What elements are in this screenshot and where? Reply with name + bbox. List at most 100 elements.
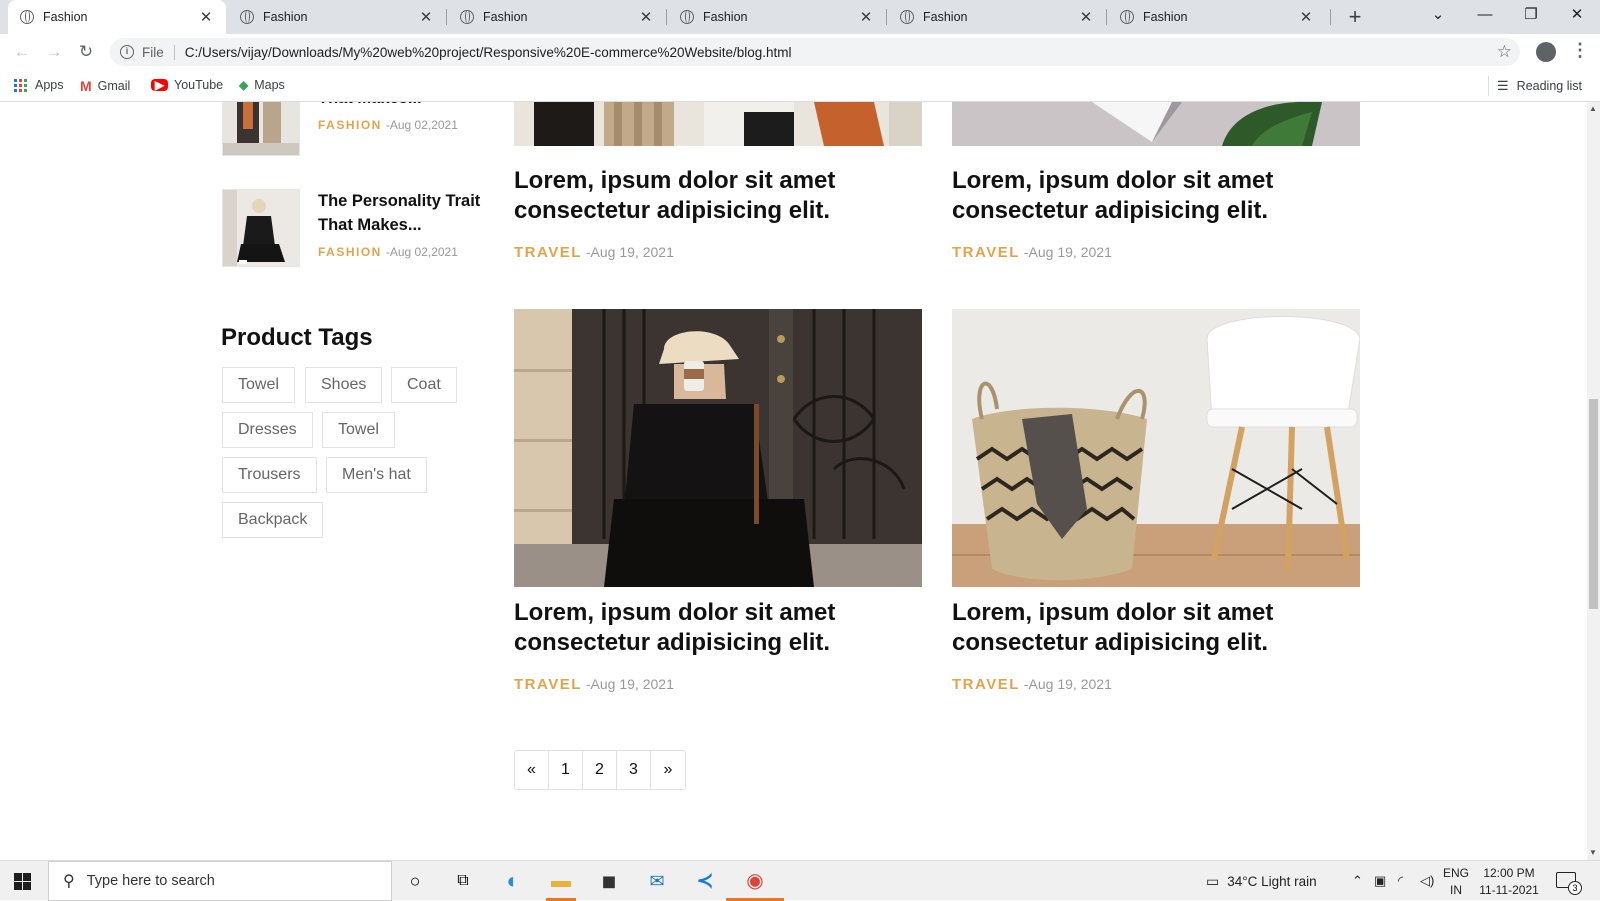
bookmark-gmail[interactable]: M Gmail bbox=[80, 78, 130, 94]
blog-post-title[interactable]: Lorem, ipsum dolor sit amet consectetur … bbox=[952, 598, 1372, 658]
close-icon[interactable]: ✕ bbox=[638, 8, 654, 26]
pagination-page[interactable]: 3 bbox=[617, 751, 651, 789]
tab[interactable]: Fashion ✕ bbox=[888, 0, 1106, 34]
volume-icon[interactable]: ◁) bbox=[1420, 861, 1434, 901]
restore-icon[interactable]: ❐ bbox=[1508, 0, 1554, 30]
tag-button[interactable]: Men's hat bbox=[326, 457, 427, 493]
recent-post-thumbnail[interactable] bbox=[222, 102, 300, 156]
tab[interactable]: Fashion ✕ bbox=[668, 0, 886, 34]
show-hidden-icons[interactable]: ⌃ bbox=[1352, 861, 1363, 901]
reading-list-button[interactable]: ☰ Reading list bbox=[1497, 78, 1582, 94]
pagination-prev[interactable]: « bbox=[515, 751, 549, 789]
post-category[interactable]: TRAVEL bbox=[514, 244, 582, 261]
wifi-icon[interactable]: ◜ bbox=[1398, 861, 1403, 901]
close-icon[interactable]: ✕ bbox=[1078, 8, 1094, 26]
globe-icon bbox=[460, 10, 474, 24]
minimize-icon[interactable]: — bbox=[1462, 0, 1508, 30]
gmail-icon: M bbox=[80, 78, 92, 94]
recent-post[interactable]: That Makes... FASHION-Aug 02,2021 bbox=[222, 102, 488, 156]
post-category[interactable]: TRAVEL bbox=[952, 244, 1020, 261]
recent-post-title[interactable]: The Personality Trait That Makes... bbox=[318, 189, 488, 237]
bookmark-apps[interactable]: Apps bbox=[14, 78, 64, 92]
tag-button[interactable]: Shoes bbox=[305, 367, 383, 403]
meet-now-icon[interactable]: ▣ bbox=[1374, 861, 1386, 901]
window-close-icon[interactable]: ✕ bbox=[1554, 0, 1600, 30]
recent-post-title[interactable]: That Makes... bbox=[318, 102, 488, 110]
tab[interactable]: Fashion ✕ bbox=[448, 0, 666, 34]
bookmark-youtube[interactable]: ▶ YouTube bbox=[151, 78, 223, 92]
address-url[interactable]: C:/Users/vijay/Downloads/My%20web%20proj… bbox=[185, 45, 792, 60]
tab-title: Fashion bbox=[1143, 10, 1188, 24]
tag-button[interactable]: Backpack bbox=[222, 502, 324, 538]
close-icon[interactable]: ✕ bbox=[858, 8, 874, 26]
weather-widget[interactable]: ▭ 34°C Light rain bbox=[1206, 861, 1317, 901]
reading-list-icon: ☰ bbox=[1497, 78, 1509, 93]
new-tab-button[interactable]: + bbox=[1342, 4, 1368, 30]
store-icon[interactable]: ◼ bbox=[596, 868, 622, 894]
vscode-icon[interactable]: ≺ bbox=[692, 868, 718, 894]
forward-icon[interactable]: → bbox=[42, 40, 66, 64]
profile-avatar[interactable] bbox=[1536, 42, 1556, 62]
globe-icon bbox=[900, 10, 914, 24]
tab-title: Fashion bbox=[923, 10, 968, 24]
back-icon[interactable]: ← bbox=[10, 40, 34, 64]
tag-button[interactable]: Coat bbox=[391, 367, 457, 403]
edge-icon[interactable]: ◐ bbox=[500, 868, 526, 894]
pagination-page[interactable]: 1 bbox=[549, 751, 583, 789]
windows-start-icon[interactable] bbox=[14, 873, 31, 890]
reload-icon[interactable]: ↻ bbox=[74, 40, 98, 64]
tag-button[interactable]: Towel bbox=[222, 367, 295, 403]
tab-search-icon[interactable]: ⌄ bbox=[1415, 0, 1461, 30]
blog-post-meta: TRAVEL -Aug 19, 2021 bbox=[514, 244, 674, 261]
scrollbar-thumb[interactable] bbox=[1589, 399, 1598, 609]
pagination-page[interactable]: 2 bbox=[583, 751, 617, 789]
blog-post-image[interactable] bbox=[514, 309, 922, 587]
info-icon[interactable]: i bbox=[120, 45, 134, 59]
tab-title: Fashion bbox=[263, 10, 308, 24]
tag-button[interactable]: Trousers bbox=[222, 457, 317, 493]
blog-post-image[interactable] bbox=[514, 102, 922, 146]
chrome-icon[interactable]: ◉ bbox=[742, 868, 768, 894]
pagination-next[interactable]: » bbox=[651, 751, 685, 789]
blog-post-image[interactable] bbox=[952, 309, 1360, 587]
scroll-up-icon[interactable]: ▲ bbox=[1589, 104, 1597, 113]
task-view-icon[interactable]: ⧉ bbox=[450, 868, 476, 894]
post-date: -Aug 19, 2021 bbox=[1023, 244, 1112, 260]
weather-text: 34°C Light rain bbox=[1227, 873, 1317, 889]
address-bar[interactable]: i File C:/Users/vijay/Downloads/My%20web… bbox=[110, 38, 1520, 66]
tag-button[interactable]: Dresses bbox=[222, 412, 313, 448]
recent-post[interactable]: The Personality Trait That Makes... FASH… bbox=[222, 189, 488, 267]
language-indicator[interactable]: ENG IN bbox=[1443, 865, 1469, 899]
bookmark-label: Gmail bbox=[97, 79, 131, 93]
post-category[interactable]: TRAVEL bbox=[514, 676, 582, 693]
post-category[interactable]: TRAVEL bbox=[952, 676, 1020, 693]
bookmark-maps[interactable]: ◆ Maps bbox=[239, 78, 285, 92]
cortana-icon[interactable]: ○ bbox=[402, 868, 428, 894]
post-category[interactable]: FASHION bbox=[318, 245, 382, 259]
blog-post-title[interactable]: Lorem, ipsum dolor sit amet consectetur … bbox=[952, 166, 1372, 226]
post-category[interactable]: FASHION bbox=[318, 118, 382, 132]
close-icon[interactable]: ✕ bbox=[418, 8, 434, 26]
browser-toolbar: ← → ↻ i File C:/Users/vijay/Downloads/My… bbox=[0, 34, 1600, 70]
mail-icon[interactable]: ✉ bbox=[644, 868, 670, 894]
close-icon[interactable]: ✕ bbox=[198, 8, 214, 26]
file-explorer-icon[interactable]: ▬ bbox=[548, 868, 574, 894]
tab[interactable]: Fashion ✕ bbox=[8, 0, 226, 34]
blog-post-title[interactable]: Lorem, ipsum dolor sit amet consectetur … bbox=[514, 166, 934, 226]
taskbar-search-input[interactable]: ⚲ Type here to search bbox=[48, 861, 392, 901]
scroll-down-icon[interactable]: ▼ bbox=[1589, 848, 1597, 857]
tab[interactable]: Fashion ✕ bbox=[228, 0, 446, 34]
blog-post-image[interactable] bbox=[952, 102, 1360, 146]
recent-post-meta: FASHION -Aug 02,2021 bbox=[318, 245, 488, 259]
globe-icon bbox=[20, 10, 34, 24]
clock[interactable]: 12:00 PM 11-11-2021 bbox=[1478, 865, 1540, 899]
tab[interactable]: Fashion ✕ bbox=[1108, 0, 1326, 34]
region-code: IN bbox=[1450, 883, 1462, 897]
menu-icon[interactable]: ⋮ bbox=[1571, 40, 1589, 61]
recent-post-thumbnail[interactable] bbox=[222, 189, 300, 267]
tag-button[interactable]: Towel bbox=[322, 412, 395, 448]
blog-post-title[interactable]: Lorem, ipsum dolor sit amet consectetur … bbox=[514, 598, 934, 658]
page-scrollbar[interactable]: ▲ ▼ bbox=[1587, 102, 1600, 860]
close-icon[interactable]: ✕ bbox=[1298, 8, 1314, 26]
bookmark-star-icon[interactable]: ☆ bbox=[1497, 42, 1512, 62]
